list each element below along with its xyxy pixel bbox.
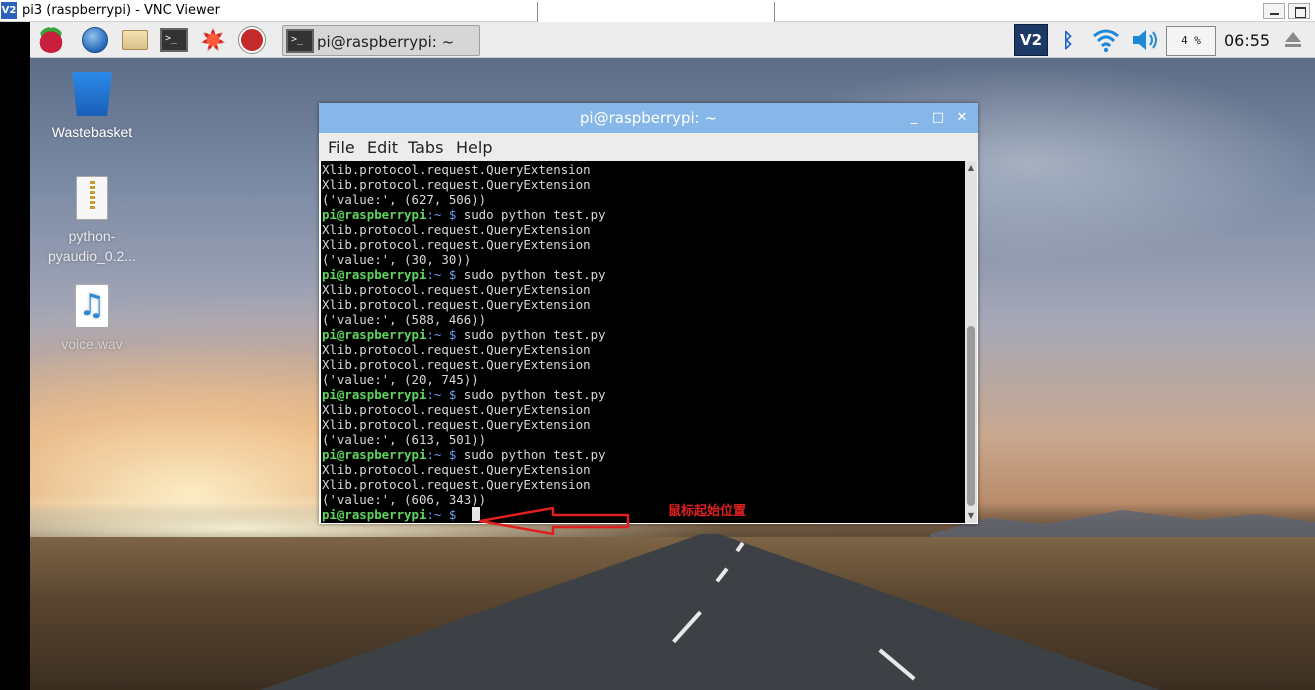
menu-tabs[interactable]: Tabs: [408, 138, 443, 157]
menu-help[interactable]: Help: [456, 138, 492, 157]
clock[interactable]: 06:55: [1224, 31, 1270, 50]
vnc-maximize-button[interactable]: [1288, 3, 1310, 19]
terminal-output-line: ('value:', (30, 30)): [322, 252, 472, 267]
terminal-output-line: Xlib.protocol.request.QueryExtension: [322, 177, 591, 192]
prompt-user: pi@raspberrypi: [322, 387, 427, 402]
terminal-scrollbar[interactable]: ▲ ▼: [965, 161, 977, 523]
terminal-title: pi@raspberrypi: ~: [579, 109, 718, 127]
terminal-output-line: Xlib.protocol.request.QueryExtension: [322, 162, 591, 177]
menu-edit[interactable]: Edit: [367, 138, 398, 157]
terminal-prompt-line: pi@raspberrypi:~ $ sudo python test.py: [322, 207, 965, 222]
web-browser-icon[interactable]: [80, 25, 110, 55]
terminal-output-line: ('value:', (613, 501)): [322, 432, 487, 447]
terminal-output-line: Xlib.protocol.request.QueryExtension: [322, 237, 591, 252]
wifi-icon[interactable]: [1092, 27, 1120, 53]
terminal-output-line: Xlib.protocol.request.QueryExtension: [322, 402, 591, 417]
command-text: sudo python test.py: [463, 387, 606, 402]
terminal-output-line: ('value:', (627, 506)): [322, 192, 487, 207]
eject-icon[interactable]: [1285, 32, 1301, 47]
raspberry-menu-icon[interactable]: [36, 25, 66, 55]
desktop-icon-wastebasket[interactable]: Wastebasket: [42, 72, 142, 142]
terminal-output[interactable]: Xlib.protocol.request.QueryExtension Xlib…: [321, 161, 965, 523]
wolfram-icon[interactable]: [237, 25, 267, 55]
vnc-minimize-button[interactable]: [1263, 3, 1285, 19]
desktop-icon-label: python- pyaudio_0.2...: [48, 228, 136, 264]
file-manager-icon[interactable]: [120, 25, 150, 55]
prompt-path: :~ $: [426, 327, 464, 342]
vnc-toolbar-handle[interactable]: [537, 2, 775, 24]
wastebasket-icon: [72, 72, 112, 116]
annotation-label: 鼠标起始位置: [668, 504, 747, 519]
maximize-icon[interactable]: □: [931, 111, 945, 125]
desktop-icon-label: Wastebasket: [51, 124, 133, 140]
desktop-icon-label: voice.wav: [61, 336, 123, 352]
terminal-output-line: Xlib.protocol.request.QueryExtension: [322, 417, 591, 432]
mountains: [930, 510, 1315, 542]
menu-file[interactable]: File: [328, 138, 355, 157]
terminal-icon: >_: [286, 29, 314, 53]
terminal-output-line: Xlib.protocol.request.QueryExtension: [322, 222, 591, 237]
prompt-user: pi@raspberrypi: [322, 207, 427, 222]
terminal-output-line: Xlib.protocol.request.QueryExtension: [322, 462, 591, 477]
prompt-user: pi@raspberrypi: [322, 327, 427, 342]
taskbar: >_ >_ pi@raspberrypi: ~ V2 ᛒ 4 % 06:55: [30, 22, 1315, 58]
terminal-titlebar[interactable]: pi@raspberrypi: ~: [319, 103, 978, 133]
terminal-launcher-icon[interactable]: >_: [159, 25, 189, 55]
bluetooth-icon[interactable]: ᛒ: [1058, 28, 1078, 52]
command-text: sudo python test.py: [463, 207, 606, 222]
scroll-down-icon[interactable]: ▼: [966, 511, 976, 521]
vnc-logo-icon: V2: [1, 2, 17, 19]
vnc-window-title: pi3 (raspberrypi) - VNC Viewer: [22, 3, 220, 18]
terminal-output-line: ('value:', (588, 466)): [322, 312, 487, 327]
vnc-titlebar: V2 pi3 (raspberrypi) - VNC Viewer: [0, 0, 1315, 24]
close-icon[interactable]: ✕: [955, 111, 969, 125]
terminal-output-line: Xlib.protocol.request.QueryExtension: [322, 342, 591, 357]
terminal-prompt-line: pi@raspberrypi:~ $ sudo python test.py: [322, 267, 965, 282]
audio-file-icon: ♫: [75, 284, 109, 328]
terminal-prompt-line: pi@raspberrypi:~ $: [322, 507, 965, 522]
volume-icon[interactable]: [1130, 28, 1160, 52]
desktop-icon-pyaudio[interactable]: python- pyaudio_0.2...: [42, 176, 142, 266]
scroll-up-icon[interactable]: ▲: [966, 163, 976, 173]
annotation-arrow-icon: [478, 506, 630, 536]
cpu-monitor[interactable]: 4 %: [1166, 26, 1216, 56]
prompt-user: pi@raspberrypi: [322, 447, 427, 462]
terminal-prompt-line: pi@raspberrypi:~ $ sudo python test.py: [322, 387, 965, 402]
terminal-output-line: ('value:', (606, 343)): [322, 492, 487, 507]
scroll-thumb[interactable]: [967, 326, 975, 506]
minimize-icon[interactable]: _: [907, 111, 921, 125]
terminal-window: pi@raspberrypi: ~ _ □ ✕ File Edit Tabs H…: [319, 103, 978, 524]
prompt-user: pi@raspberrypi: [322, 507, 427, 522]
command-text: sudo python test.py: [463, 447, 606, 462]
terminal-prompt-line: pi@raspberrypi:~ $ sudo python test.py: [322, 447, 965, 462]
prompt-path: :~ $: [426, 267, 464, 282]
command-text: sudo python test.py: [463, 327, 606, 342]
terminal-prompt-line: pi@raspberrypi:~ $ sudo python test.py: [322, 327, 965, 342]
terminal-output-line: Xlib.protocol.request.QueryExtension: [322, 477, 591, 492]
prompt-path: :~ $: [426, 207, 464, 222]
desktop-icon-voice[interactable]: ♫ voice.wav: [42, 284, 142, 354]
prompt-user: pi@raspberrypi: [322, 267, 427, 282]
archive-icon: [76, 176, 108, 220]
task-label: pi@raspberrypi: ~: [317, 33, 455, 51]
command-text: sudo python test.py: [463, 267, 606, 282]
taskbar-window-terminal[interactable]: >_ pi@raspberrypi: ~: [282, 25, 480, 56]
terminal-output-line: Xlib.protocol.request.QueryExtension: [322, 357, 591, 372]
mathematica-icon[interactable]: [198, 25, 228, 55]
terminal-output-line: ('value:', (20, 745)): [322, 372, 479, 387]
prompt-path: :~ $: [426, 387, 464, 402]
terminal-menubar: File Edit Tabs Help: [319, 133, 978, 161]
vnc-tray-icon[interactable]: V2: [1014, 24, 1048, 56]
terminal-output-line: Xlib.protocol.request.QueryExtension: [322, 282, 591, 297]
prompt-path: :~ $: [426, 447, 464, 462]
prompt-path: :~ $: [426, 507, 464, 522]
terminal-output-line: Xlib.protocol.request.QueryExtension: [322, 297, 591, 312]
